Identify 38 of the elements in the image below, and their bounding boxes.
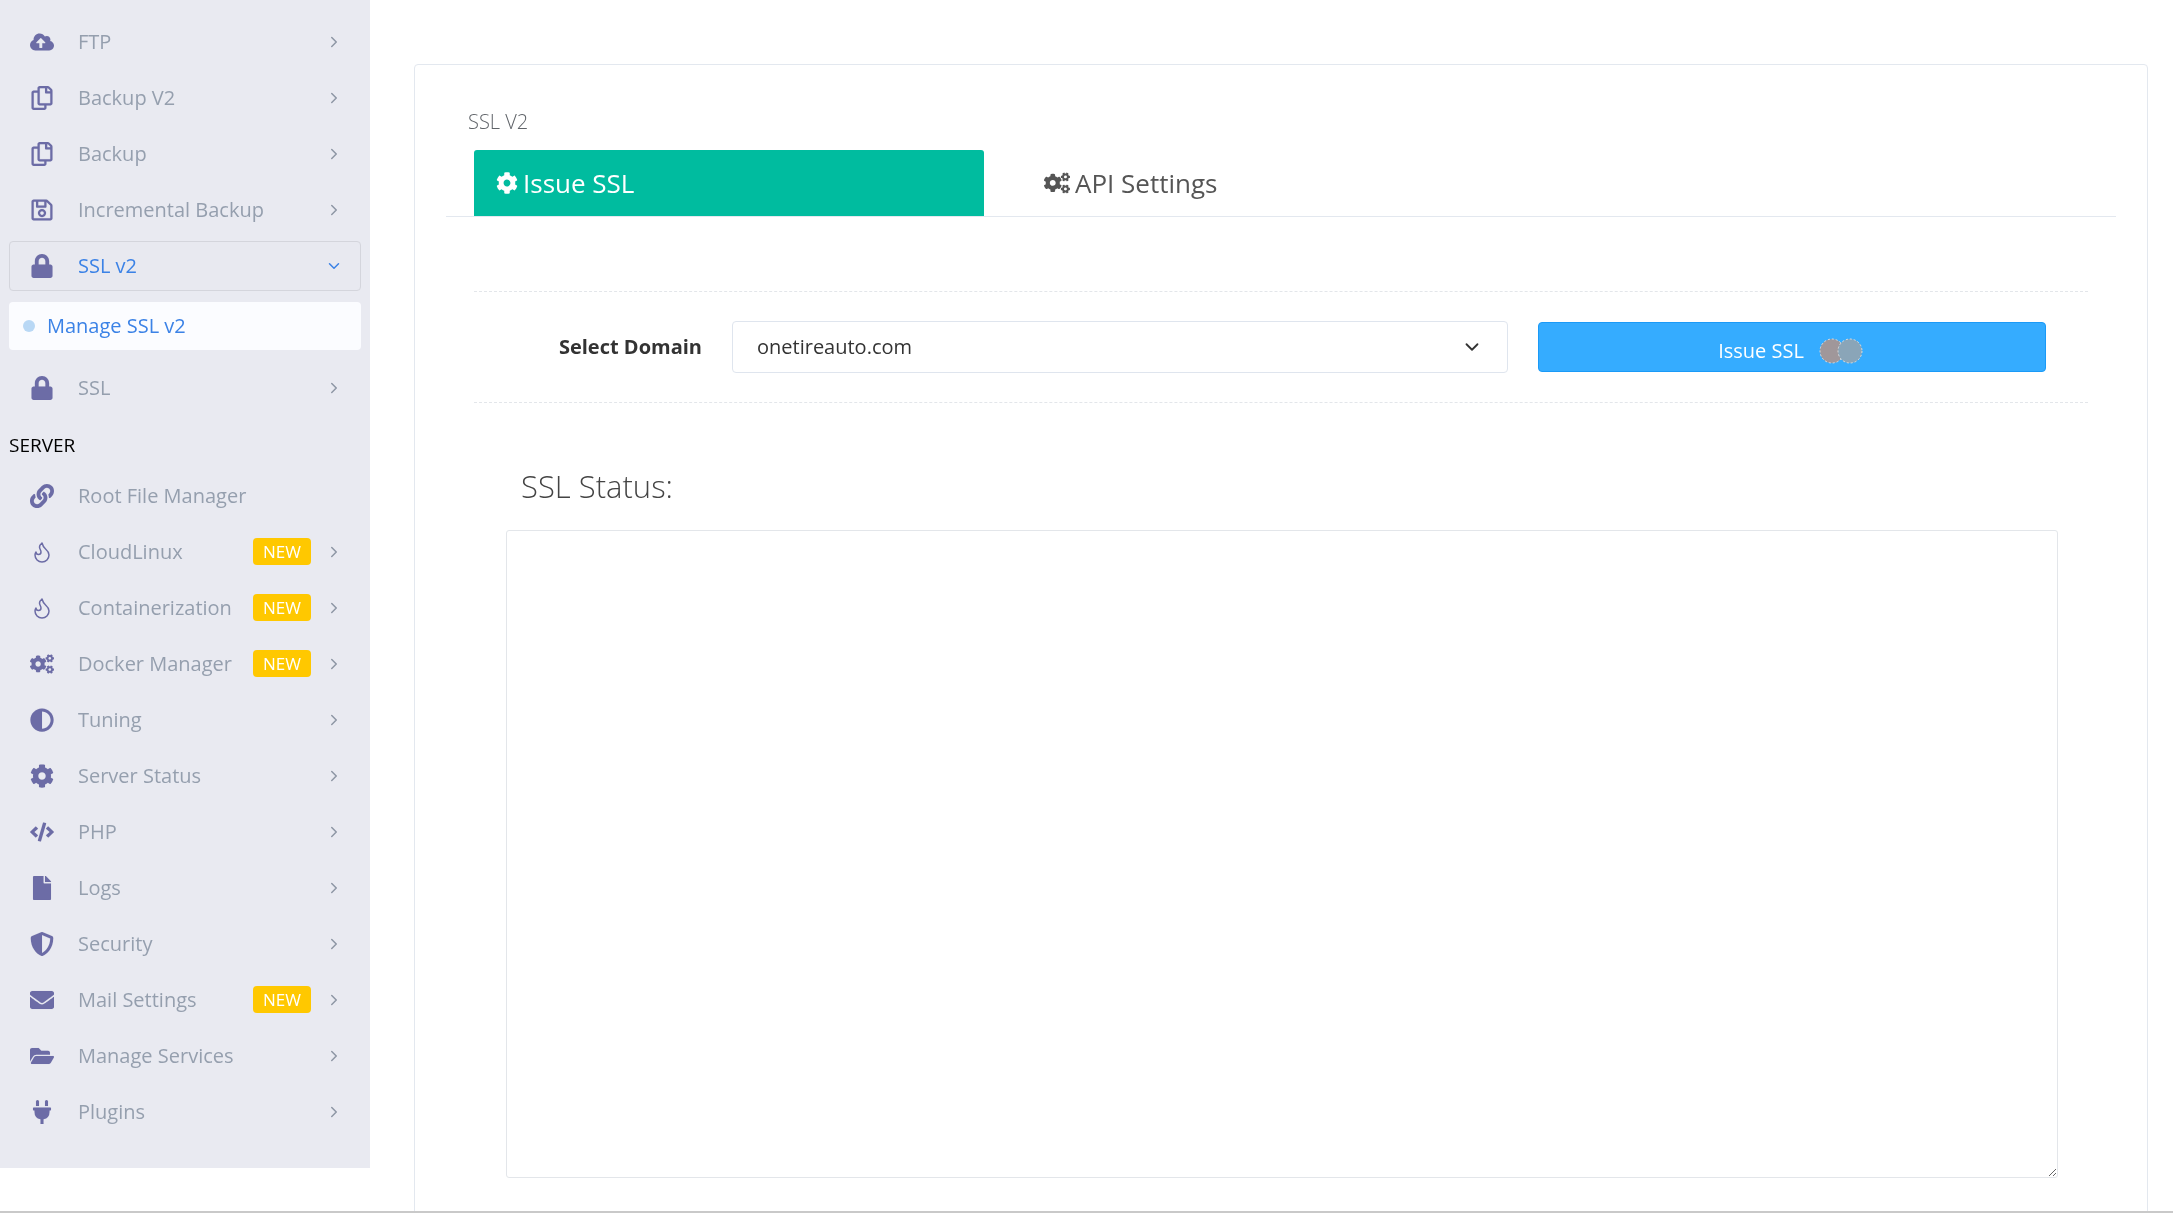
link-icon [27, 482, 57, 509]
sidebar-item[interactable]: Backup [9, 129, 361, 179]
new-badge: NEW [253, 593, 311, 622]
sidebar-item[interactable]: SSL [9, 363, 361, 413]
sidebar-item[interactable]: Incremental Backup [9, 185, 361, 235]
sidebar-item[interactable]: Security [9, 918, 361, 969]
panel-title: SSL V2 [468, 107, 530, 137]
sidebar-item[interactable]: Mail Settings NEW [9, 974, 361, 1025]
sidebar-item[interactable]: PHP [9, 806, 361, 857]
section-title: SSL Status: [521, 464, 674, 509]
sidebar-item[interactable]: Manage Services [9, 1030, 361, 1081]
new-badge: NEW [253, 649, 311, 678]
contrast-icon [27, 706, 57, 733]
domain-select[interactable]: onetireauto.com [732, 321, 1508, 373]
settings-icon [496, 172, 518, 194]
sidebar-subitem[interactable]: Manage SSL v2 [9, 302, 361, 350]
tab[interactable]: Issue SSL [474, 150, 984, 216]
gears-icon [1044, 170, 1070, 196]
sidebar-item[interactable]: Docker Manager NEW [9, 638, 361, 689]
shield-icon [27, 930, 57, 957]
sidebar-item[interactable]: Backup V2 [9, 73, 361, 123]
field-label: Select Domain [557, 332, 703, 362]
tab[interactable]: API Settings [984, 150, 1248, 216]
sidebar-item[interactable]: Root File Manager [9, 470, 361, 521]
section-heading: SERVER [9, 431, 77, 460]
issue-ssl-button[interactable]: Issue SSL [1538, 322, 2046, 372]
new-badge: NEW [253, 985, 311, 1014]
sidebar-item[interactable]: Server Status [9, 750, 361, 801]
sidebar-item[interactable]: SSL v2 [9, 241, 361, 291]
sidebar-item[interactable]: Containerization NEW [9, 582, 361, 633]
new-badge: NEW [253, 537, 311, 566]
sidebar-item[interactable]: Plugins [9, 1086, 361, 1137]
sidebar-item[interactable]: FTP [9, 17, 361, 67]
status-output-field[interactable] [506, 529, 2058, 1178]
sidebar-item[interactable]: Logs [9, 862, 361, 913]
sidebar-item[interactable]: CloudLinux NEW [9, 526, 361, 577]
sidebar-item[interactable]: Tuning [9, 694, 361, 745]
settings-icon [27, 762, 57, 789]
